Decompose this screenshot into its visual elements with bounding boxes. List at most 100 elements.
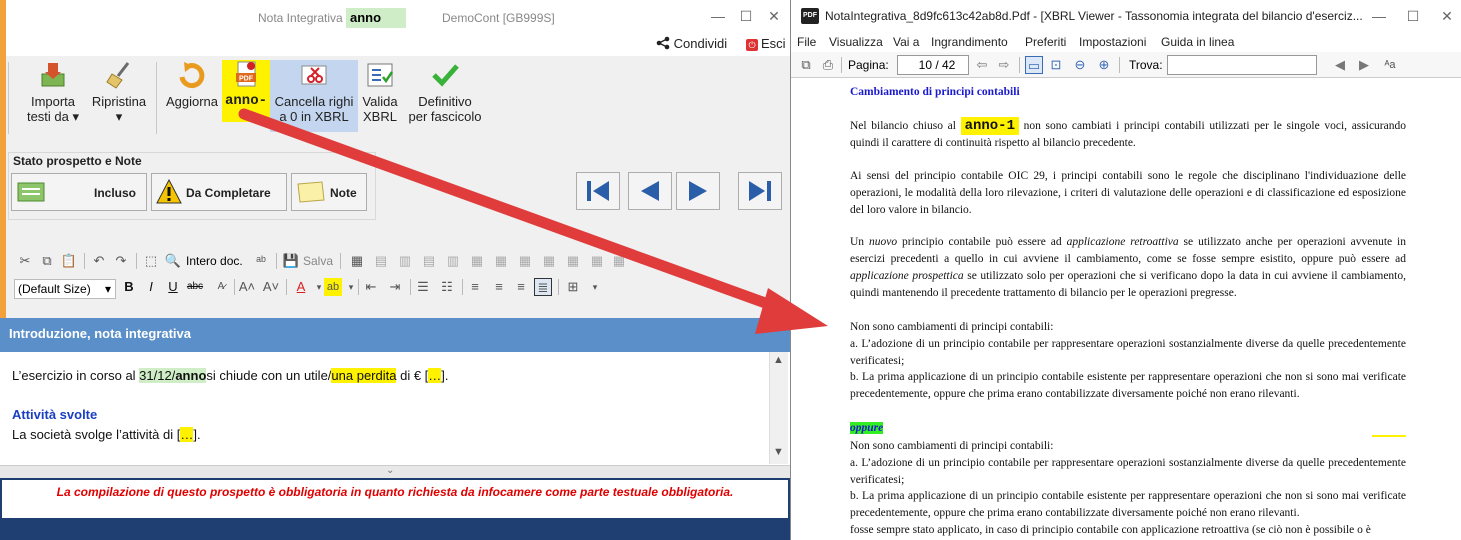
redo-icon[interactable]: ↷ — [112, 252, 130, 270]
forward-icon[interactable]: ⇨ — [995, 56, 1013, 74]
table-borders-icon[interactable]: ▦ — [540, 252, 558, 270]
clear-format-icon[interactable]: A̷ — [212, 278, 230, 296]
menu-ingrandimento[interactable]: Ingrandimento — [931, 35, 1008, 49]
first-record-button[interactable] — [576, 172, 620, 210]
print-icon[interactable]: ⎙ — [819, 56, 837, 74]
maximize-icon[interactable]: ☐ — [1403, 6, 1423, 26]
share-button[interactable]: Condividi — [656, 36, 727, 51]
pdf-anno-highlight: anno-1 — [960, 117, 1019, 135]
fit-page-icon[interactable]: ⊡ — [1047, 56, 1065, 74]
cut-icon[interactable]: ✂ — [16, 252, 34, 270]
menu-file[interactable]: File — [797, 35, 816, 49]
da-completare-button[interactable]: Da Completare — [151, 173, 287, 211]
pdf-paragraph-6: fosse sempre stato applicato, in caso di… — [850, 524, 1371, 536]
select-all-icon[interactable]: ⬚ — [142, 252, 160, 270]
strikethrough-icon[interactable]: abc — [186, 278, 204, 296]
table-split-icon[interactable]: ▦ — [492, 252, 510, 270]
highlight-color-icon[interactable]: ab — [324, 278, 342, 296]
minimize-icon[interactable]: — — [708, 6, 728, 26]
menu-vai-a[interactable]: Vai a — [893, 35, 919, 49]
table-clear-icon[interactable]: ▦ — [588, 252, 606, 270]
note-button[interactable]: Note — [291, 173, 367, 211]
find-next-icon[interactable]: ▶ — [1355, 56, 1373, 74]
match-case-icon[interactable]: ᴬa — [1381, 56, 1399, 74]
undo-icon[interactable]: ↶ — [90, 252, 108, 270]
copy-icon[interactable]: ⧉ — [38, 252, 56, 270]
table-props-icon[interactable]: ▦ — [516, 252, 534, 270]
anno-1-button[interactable]: PDF anno-1 — [222, 60, 270, 124]
find-previous-icon[interactable]: ◀ — [1331, 56, 1349, 74]
table-delete-icon[interactable]: ▦ — [564, 252, 582, 270]
grow-font-icon[interactable]: A˄ — [238, 278, 256, 296]
left-title-bar: Nota Integrativa anno DemoCont [GB999S] … — [6, 0, 790, 32]
next-record-button[interactable] — [676, 172, 720, 210]
font-color-icon[interactable]: A — [292, 278, 310, 296]
table-delete-col-icon[interactable]: ▥ — [444, 252, 462, 270]
shrink-font-icon[interactable]: A˅ — [262, 278, 280, 296]
close-icon[interactable]: ✕ — [1437, 6, 1457, 26]
valida-label-1: Valida — [362, 94, 398, 109]
intero-doc-label[interactable]: Intero doc. — [186, 254, 243, 268]
underline-icon[interactable]: U — [164, 278, 182, 296]
splitter-grip-icon: ⌄ — [386, 465, 395, 476]
align-right-icon[interactable]: ≡ — [512, 278, 530, 296]
last-record-button[interactable] — [738, 172, 782, 210]
align-left-icon[interactable]: ≡ — [466, 278, 484, 296]
panel-splitter[interactable]: ⌄ — [0, 465, 790, 478]
ripristina-button[interactable]: Ripristina ▾ — [88, 60, 150, 136]
pdf-paragraph-5b: b. La prima applicazione di un principio… — [850, 490, 1406, 519]
menu-guida[interactable]: Guida in linea — [1161, 35, 1234, 49]
zoom-in-icon[interactable]: ⊕ — [1095, 56, 1113, 74]
align-center-icon[interactable]: ≡ — [490, 278, 508, 296]
editor-scrollbar[interactable]: ▲ ▼ — [769, 352, 788, 464]
scroll-down-icon[interactable]: ▼ — [773, 446, 784, 458]
dropdown-arrow-icon[interactable]: ▾ — [586, 278, 604, 296]
back-icon[interactable]: ⇦ — [973, 56, 991, 74]
close-icon[interactable]: ✕ — [764, 6, 784, 26]
importa-testi-button[interactable]: Importa testi da ▾ — [22, 60, 84, 136]
checkmark-icon — [432, 64, 459, 87]
menu-impostazioni[interactable]: Impostazioni — [1079, 35, 1146, 49]
definitivo-button[interactable]: Definitivo per fascicolo — [402, 60, 488, 136]
table-insert-col-icon[interactable]: ▥ — [396, 252, 414, 270]
borders-icon[interactable]: ⊞ — [564, 278, 582, 296]
indent-increase-icon[interactable]: ⇥ — [386, 278, 404, 296]
scroll-up-icon[interactable]: ▲ — [773, 354, 784, 366]
importa-label-2: testi da — [26, 109, 69, 124]
previous-record-button[interactable] — [628, 172, 672, 210]
table-more-icon[interactable]: ▦ — [610, 252, 628, 270]
save-icon[interactable]: 💾 — [282, 252, 300, 270]
bold-icon[interactable]: B — [120, 278, 138, 296]
indent-decrease-icon[interactable]: ⇤ — [362, 278, 380, 296]
page-number-input[interactable]: 10 / 42 — [897, 55, 969, 75]
salva-label[interactable]: Salva — [303, 254, 333, 268]
search-input[interactable] — [1167, 55, 1317, 75]
anno-field: anno — [175, 368, 207, 383]
zoom-out-icon[interactable]: ⊖ — [1071, 56, 1089, 74]
paste-icon[interactable]: 📋 — [60, 252, 78, 270]
find-icon[interactable]: 🔍 — [164, 252, 182, 270]
valida-xbrl-button[interactable]: Valida XBRL — [358, 60, 402, 136]
incluso-button[interactable]: Incluso — [11, 173, 147, 211]
justify-icon[interactable]: ≣ — [534, 278, 552, 296]
cancella-righi-button[interactable]: Cancella righi a 0 in XBRL — [270, 60, 358, 132]
bullet-list-icon[interactable]: ☰ — [414, 278, 432, 296]
rich-text-editor[interactable]: L’esercizio in corso al 31/12/annosi chi… — [0, 352, 790, 466]
company-label: DemoCont [GB999S] — [442, 11, 555, 25]
numbered-list-icon[interactable]: ☷ — [438, 278, 456, 296]
menu-preferiti[interactable]: Preferiti — [1025, 35, 1066, 49]
table-icon[interactable]: ▦ — [348, 252, 366, 270]
table-merge-icon[interactable]: ▦ — [468, 252, 486, 270]
minimize-icon[interactable]: — — [1369, 6, 1389, 26]
italic-icon[interactable]: I — [142, 278, 160, 296]
spellcheck-icon[interactable]: ᵃᵇ — [252, 252, 270, 270]
menu-visualizza[interactable]: Visualizza — [829, 35, 883, 49]
fit-width-icon[interactable]: ▭ — [1025, 56, 1043, 74]
maximize-icon[interactable]: ☐ — [736, 6, 756, 26]
table-delete-row-icon[interactable]: ▤ — [420, 252, 438, 270]
table-insert-row-icon[interactable]: ▤ — [372, 252, 390, 270]
aggiorna-button[interactable]: Aggiorna — [161, 60, 223, 136]
font-size-select[interactable]: (Default Size) ▾ — [14, 279, 116, 299]
exit-button[interactable]: ⏻ Esci — [746, 36, 786, 51]
copy-icon[interactable]: ⧉ — [797, 56, 815, 74]
